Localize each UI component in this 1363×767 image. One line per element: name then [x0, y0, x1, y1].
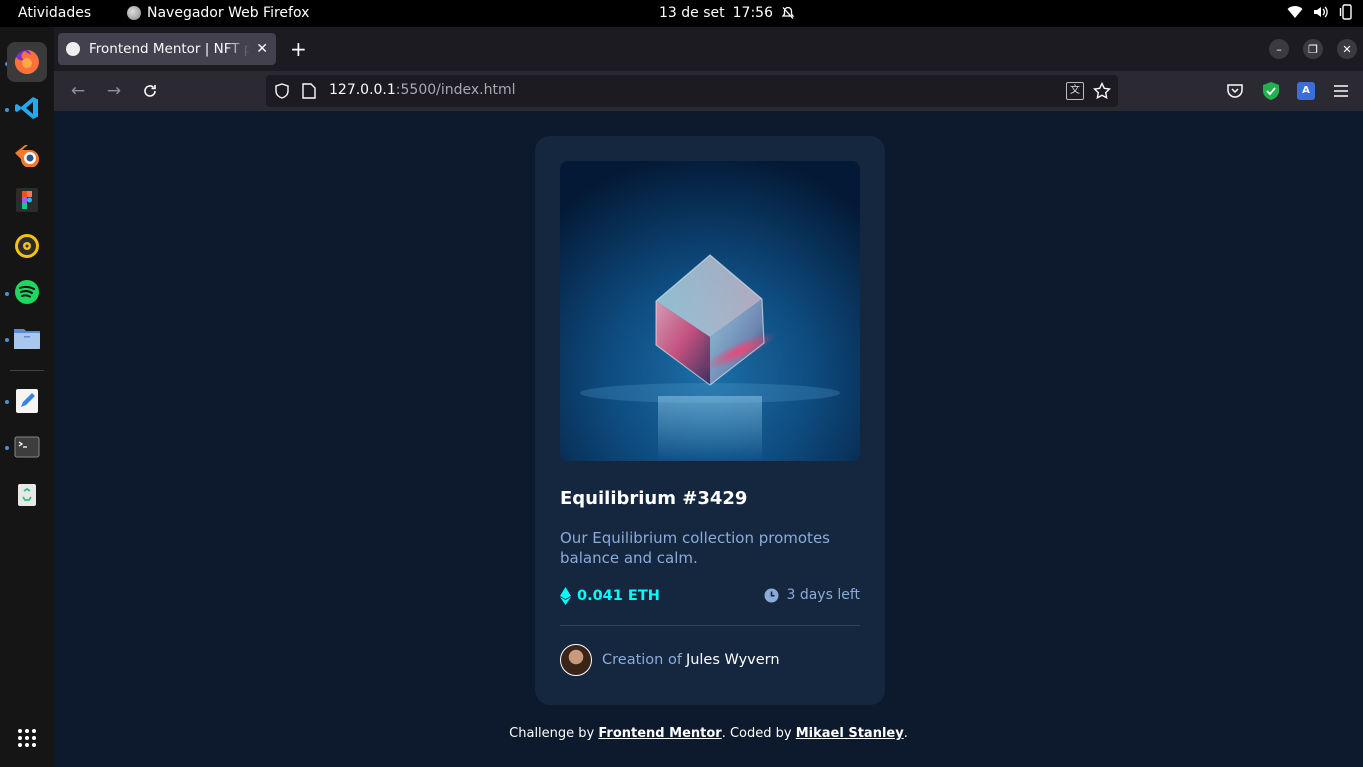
dock-app-grid[interactable]: [7, 718, 47, 758]
app-menu[interactable]: Navegador Web Firefox: [127, 5, 309, 21]
bookmark-star-icon[interactable]: [1093, 82, 1111, 100]
pocket-icon[interactable]: [1226, 82, 1244, 100]
clock[interactable]: 13 de set 17:56: [659, 5, 795, 21]
avatar: [560, 644, 592, 676]
page-icon: [302, 83, 316, 99]
text-editor-icon: [16, 389, 38, 413]
terminal-icon: [14, 436, 40, 458]
system-top-bar: Atividades Navegador Web Firefox 13 de s…: [0, 0, 1363, 27]
power-icon: [1339, 4, 1352, 20]
tab-active[interactable]: Frontend Mentor | NFT preview card compo…: [58, 33, 276, 65]
attribution: Challenge by Frontend Mentor. Coded by M…: [54, 726, 1363, 741]
nft-description: Our Equilibrium collection promotes bala…: [560, 529, 830, 567]
vscode-icon: [15, 97, 38, 119]
time-left: 3 days left: [764, 587, 860, 603]
firefox-window: Frontend Mentor | NFT preview card compo…: [54, 27, 1363, 767]
figma-icon: [16, 188, 38, 212]
app-menu-label: Navegador Web Firefox: [147, 5, 310, 21]
reload-button[interactable]: [138, 79, 162, 103]
card-divider: [560, 625, 860, 626]
nft-image[interactable]: [560, 161, 860, 461]
time-left-value: 3 days left: [786, 587, 860, 603]
url-text: 127.0.0.1:5500/index.html: [329, 82, 516, 98]
nft-card: Equilibrium #3429 Our Equilibrium collec…: [535, 136, 885, 705]
new-tab-button[interactable]: +: [290, 37, 307, 61]
volume-icon: [1314, 6, 1328, 18]
firefox-small-icon: [127, 6, 141, 20]
ethereum-icon: [560, 587, 571, 605]
dock-trash[interactable]: [7, 474, 47, 514]
translate-extension-icon[interactable]: A: [1297, 82, 1315, 100]
translate-icon[interactable]: 文: [1066, 82, 1084, 100]
adblock-shield-icon[interactable]: [1262, 81, 1280, 101]
price: 0.041 ETH: [560, 587, 660, 605]
minimize-button[interactable]: –: [1269, 39, 1289, 59]
url-bar[interactable]: 127.0.0.1:5500/index.html 文: [266, 75, 1118, 107]
notifications-muted-icon: [781, 6, 795, 19]
dock-rhythmbox[interactable]: [7, 226, 47, 266]
tab-strip: Frontend Mentor | NFT preview card compo…: [54, 27, 1363, 71]
clock-date: 13 de set: [659, 5, 725, 21]
dock-text-editor[interactable]: [7, 381, 47, 421]
blender-icon: [15, 145, 39, 167]
menu-icon[interactable]: [1333, 84, 1349, 98]
dock-separator: [10, 370, 44, 371]
dock-terminal[interactable]: [7, 427, 47, 467]
creation-prefix: Creation of: [602, 652, 682, 668]
price-value: 0.041 ETH: [577, 588, 660, 604]
dock-figma[interactable]: [7, 180, 47, 220]
system-tray[interactable]: [1287, 4, 1353, 20]
firefox-icon: [14, 50, 39, 74]
tab-title: Frontend Mentor | NFT preview card compo…: [89, 41, 251, 57]
spotify-icon: [15, 280, 39, 304]
creator: Creation of Jules Wyvern: [560, 644, 780, 676]
dock-firefox[interactable]: [7, 42, 47, 82]
clock-time: 17:56: [732, 5, 773, 21]
dock-vscode[interactable]: [7, 88, 47, 128]
back-button[interactable]: ←: [66, 79, 90, 103]
close-window-button[interactable]: ✕: [1337, 39, 1357, 59]
dock-blender[interactable]: [7, 134, 47, 174]
activities-button[interactable]: Atividades: [18, 5, 91, 21]
equilibrium-cube-image: [560, 161, 860, 461]
restore-button[interactable]: ❐: [1303, 39, 1323, 59]
wifi-icon: [1287, 6, 1303, 19]
dock-spotify[interactable]: [7, 272, 47, 312]
dock-files[interactable]: [7, 318, 47, 358]
attribution-middle: . Coded by: [721, 726, 792, 741]
tab-close-icon[interactable]: ✕: [256, 41, 268, 57]
trash-icon: [18, 484, 36, 506]
clock-icon: [764, 588, 779, 602]
navigation-toolbar: ← → 127.0.0.1:5500/index.html 文 A: [54, 71, 1363, 111]
attribution-suffix: .: [903, 726, 908, 741]
frontend-mentor-link[interactable]: Frontend Mentor: [598, 726, 721, 741]
reload-icon: [144, 85, 156, 97]
nft-title[interactable]: Equilibrium #3429: [560, 488, 747, 509]
rhythmbox-icon: [15, 234, 39, 258]
forward-button[interactable]: →: [102, 79, 126, 103]
shield-icon: [275, 83, 289, 99]
creator-name[interactable]: Jules Wyvern: [686, 652, 780, 668]
app-grid-icon: [18, 729, 36, 747]
files-icon: [14, 329, 40, 349]
page-viewport: Equilibrium #3429 Our Equilibrium collec…: [54, 111, 1363, 767]
tab-favicon: [66, 42, 80, 56]
author-link[interactable]: Mikael Stanley: [796, 726, 904, 741]
dock: [0, 27, 54, 767]
attribution-prefix: Challenge by: [509, 726, 595, 741]
